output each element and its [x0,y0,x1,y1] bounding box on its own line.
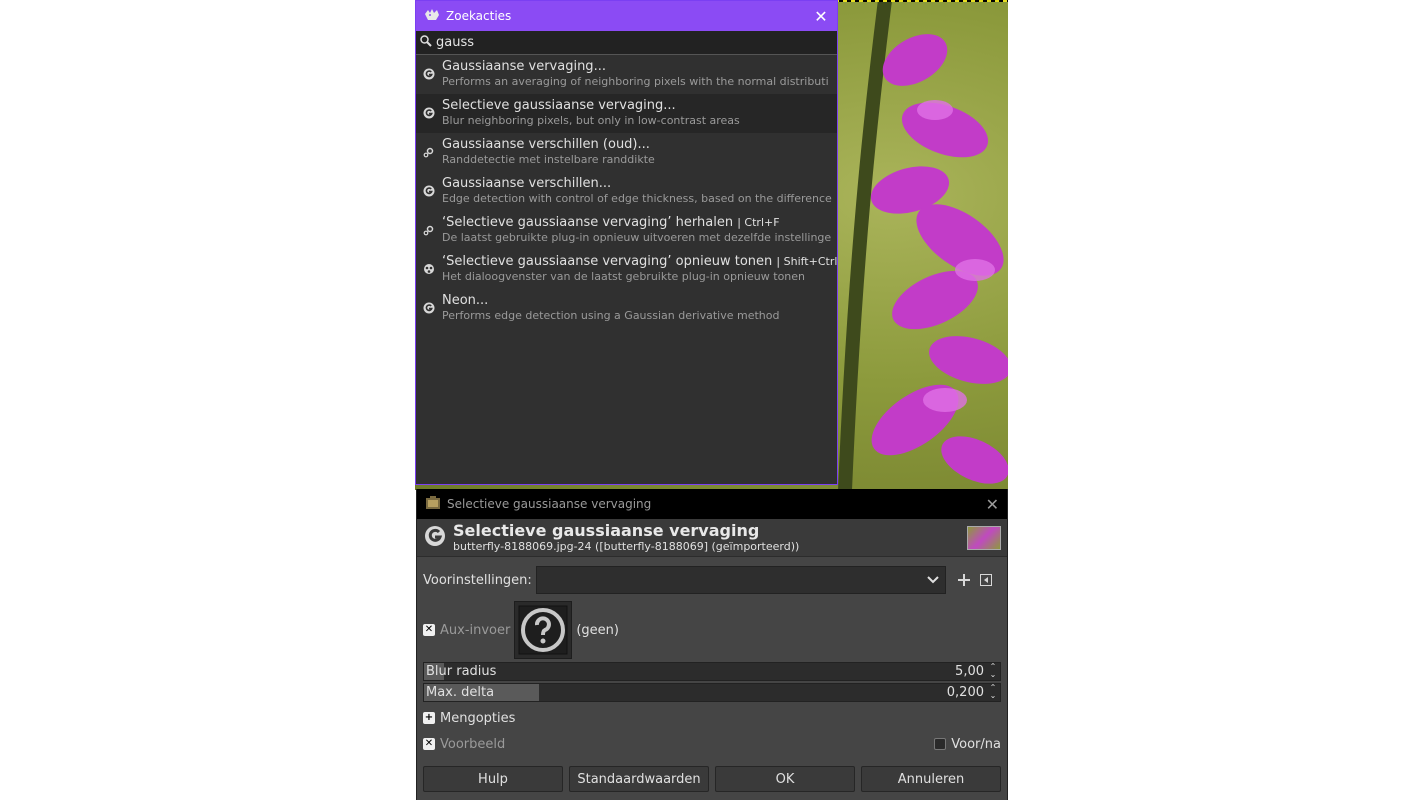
search-result-description: Edge detection with control of edge thic… [442,192,832,205]
search-result-item[interactable]: Gaussiaanse verschillen (oud)... Randdet… [416,133,837,172]
presets-label: Voorinstellingen: [423,572,532,588]
search-result-description: De laatst gebruikte plug-in opnieuw uitv… [442,231,832,244]
search-result-title-text: Neon... [442,293,489,308]
search-result-title: ‘Selectieve gaussiaanse vervaging’ opnie… [442,254,837,270]
spin-arrows-icon[interactable]: ⌃ ⌄ [988,684,998,700]
image-thumbnail [967,525,1001,550]
search-actions-popup: Zoekacties ✕ Gaussiaanse vervaging... Pe… [415,0,838,485]
dialog-header-title: Selectieve gaussiaanse vervaging [453,521,760,540]
dialog-button-bar: Hulp Standaardwaarden OK Annuleren [423,766,1001,792]
add-preset-button[interactable] [954,570,974,590]
plugin-gear-icon [416,215,442,236]
search-result-item[interactable]: Gaussiaanse verschillen... Edge detectio… [416,172,837,211]
search-icon [420,34,432,51]
gegl-icon [423,524,447,552]
search-result-title: Gaussiaanse vervaging... [442,59,829,75]
gegl-icon [416,98,442,119]
search-result-item[interactable]: Neon... Performs edge detection using a … [416,289,837,328]
chevron-down-icon [927,573,939,588]
search-result-description: Het dialoogvenster van de laatst gebruik… [442,270,806,283]
search-result-shortcut: | Shift+Ctrl [776,255,837,268]
gimp-wilber-icon [424,8,440,25]
search-result-item[interactable]: ‘Selectieve gaussiaanse vervaging’ opnie… [416,250,837,289]
menu-arrow-icon [979,574,992,586]
plugin-gear-icon [416,137,442,158]
search-result-description: Performs an averaging of neighboring pix… [442,75,829,88]
split-view-checkbox[interactable] [934,738,947,750]
aux-input-drawable-button[interactable] [514,601,573,659]
search-result-description: Randdetectie met instelbare randdikte [442,153,655,166]
search-result-title-text: Selectieve gaussiaanse vervaging... [442,98,676,113]
search-result-item[interactable]: Gaussiaanse vervaging... Performs an ave… [416,55,837,94]
search-popup-title: Zoekacties [446,9,512,23]
preview-checkbox[interactable]: ✕ [423,738,435,750]
max-delta-spinscale[interactable]: Max. delta 0,200 ⌃ ⌄ [423,683,1001,702]
dialog-header: Selectieve gaussiaanse vervaging butterf… [417,519,1007,557]
blur-radius-value: 5,00 [955,664,984,679]
presets-row: Voorinstellingen: [423,566,1001,594]
plus-icon [957,574,970,586]
dialog-app-icon [425,495,441,513]
search-result-title-text: Gaussiaanse verschillen... [442,176,612,191]
search-result-title: Gaussiaanse verschillen (oud)... [442,137,655,153]
dialog-titlebar: Selectieve gaussiaanse vervaging ✕ [417,489,1007,519]
selective-gaussian-blur-dialog: Selectieve gaussiaanse vervaging ✕ Selec… [416,489,1008,800]
blend-options-expander[interactable]: + Mengopties [423,708,1001,728]
question-mark-icon [518,605,568,655]
search-result-title: ‘Selectieve gaussiaanse vervaging’ herha… [442,215,831,231]
search-result-shortcut: | Ctrl+F [737,216,780,229]
search-field [416,31,837,55]
search-result-title-text: Gaussiaanse vervaging... [442,59,606,74]
gegl-icon [416,176,442,197]
blend-options-label: Mengopties [440,710,516,726]
search-result-title: Selectieve gaussiaanse vervaging... [442,98,740,114]
blur-radius-spinscale[interactable]: Blur radius 5,00 ⌃ ⌄ [423,662,1001,681]
presets-combo[interactable] [535,566,946,594]
gegl-icon [416,293,442,314]
close-icon[interactable]: ✕ [986,495,999,514]
aux-input-row: ✕ Aux-invoer (geen) [423,601,1001,659]
search-popup-titlebar: Zoekacties ✕ [416,1,837,31]
aux-input-checkbox[interactable]: ✕ [423,624,435,636]
max-delta-value: 0,200 [946,685,984,700]
preview-row: ✕ Voorbeeld Voor/na [423,734,1001,754]
split-view-label: Voor/na [951,736,1001,752]
search-result-title: Neon... [442,293,779,309]
spin-arrows-icon[interactable]: ⌃ ⌄ [988,663,998,679]
reshow-icon [416,254,442,275]
dialog-window-title: Selectieve gaussiaanse vervaging [447,497,652,511]
search-input[interactable] [436,35,816,50]
help-button[interactable]: Hulp [423,766,563,792]
search-result-title-text: ‘Selectieve gaussiaanse vervaging’ herha… [442,215,734,230]
preview-label: Voorbeeld [440,736,506,752]
search-result-title-text: ‘Selectieve gaussiaanse vervaging’ opnie… [442,254,773,269]
search-result-title: Gaussiaanse verschillen... [442,176,832,192]
close-icon[interactable]: ✕ [813,7,829,26]
search-result-item[interactable]: Selectieve gaussiaanse vervaging... Blur… [416,94,837,133]
search-result-title-text: Gaussiaanse verschillen (oud)... [442,137,650,152]
aux-input-value: (geen) [576,622,619,638]
ok-button[interactable]: OK [715,766,855,792]
preset-menu-button[interactable] [976,570,996,590]
search-result-item[interactable]: ‘Selectieve gaussiaanse vervaging’ herha… [416,211,837,250]
dialog-header-subtitle: butterfly-8188069.jpg-24 ([butterfly-818… [453,540,800,553]
aux-input-label: Aux-invoer [440,622,511,638]
search-results-list: Gaussiaanse vervaging... Performs an ave… [416,55,837,328]
cancel-button[interactable]: Annuleren [861,766,1001,792]
gegl-icon [416,59,442,80]
reset-button[interactable]: Standaardwaarden [569,766,709,792]
max-delta-label: Max. delta [426,685,495,700]
search-result-description: Performs edge detection using a Gaussian… [442,309,780,322]
blur-radius-label: Blur radius [426,664,497,679]
search-result-description: Blur neighboring pixels, but only in low… [442,114,740,127]
expand-plus-icon[interactable]: + [423,712,435,724]
